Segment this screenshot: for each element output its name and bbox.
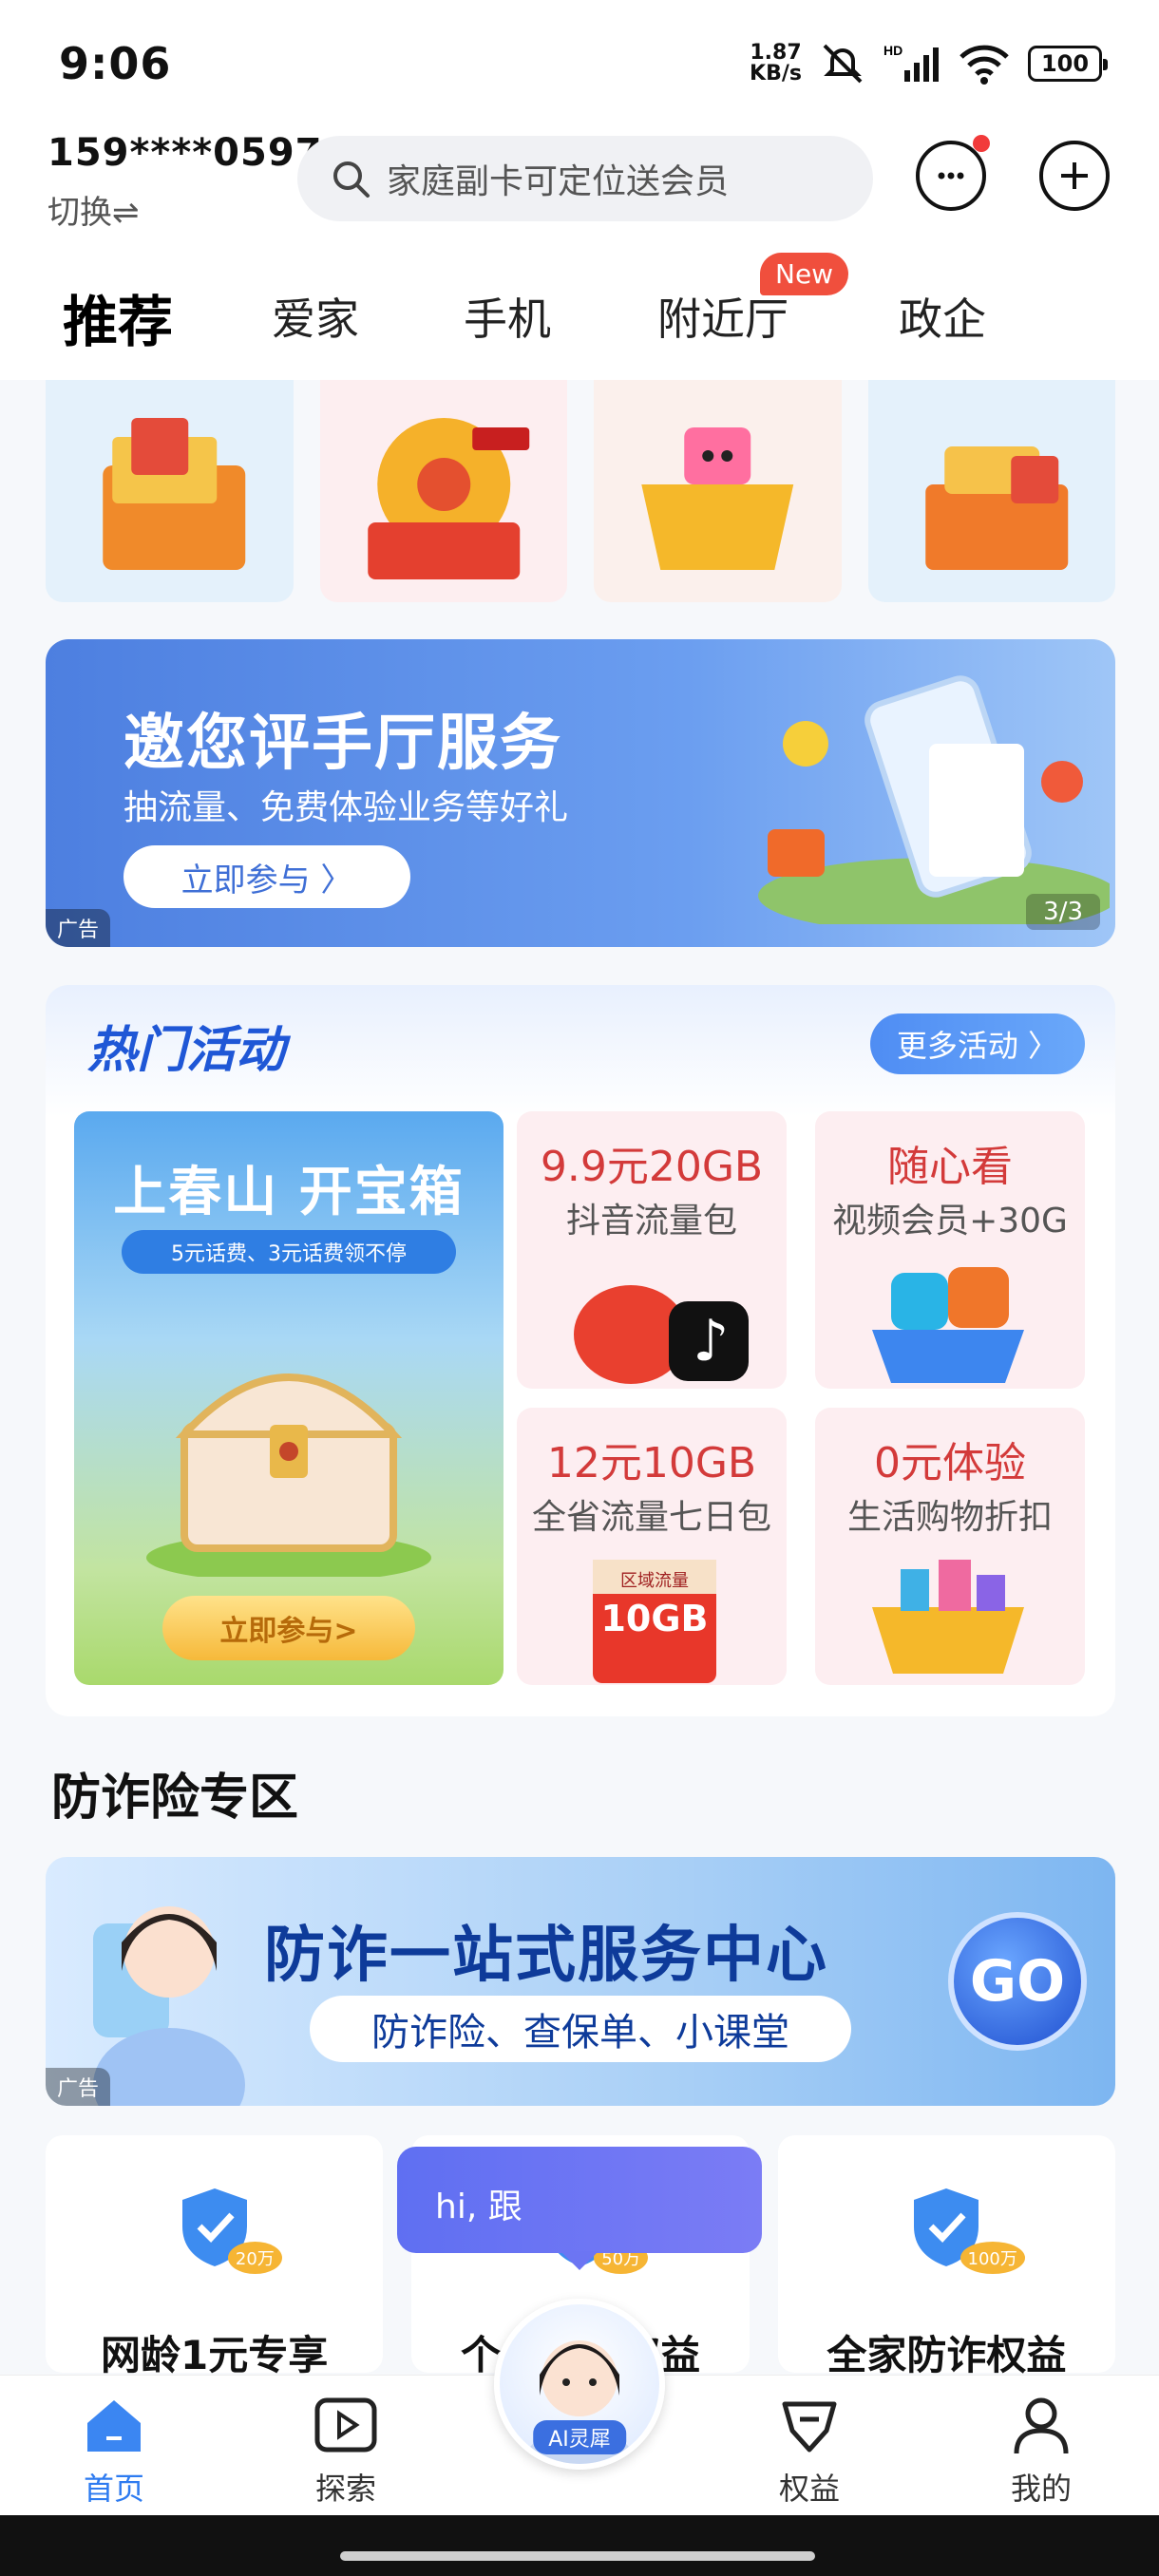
- header: 159****0597 切换⇌ 家庭副卡可定位送会员: [0, 123, 1159, 247]
- battery-icon: 100: [1028, 46, 1108, 82]
- video-apps-icon: [872, 1267, 1024, 1383]
- go-button[interactable]: GO: [948, 1912, 1087, 2051]
- card-title: 12元10GB: [546, 1439, 757, 1487]
- data-pack-tag: 区域流量: [620, 1571, 689, 1591]
- play-icon: [314, 2397, 377, 2453]
- ai-assistant-button[interactable]: AI灵犀: [494, 2299, 665, 2470]
- search-placeholder: 家庭副卡可定位送会员: [387, 162, 730, 201]
- message-button[interactable]: [916, 135, 990, 211]
- cake-illustration: [924, 446, 1068, 570]
- tiktok-icon: ♪: [574, 1285, 749, 1384]
- nav-benefits[interactable]: 权益: [743, 2395, 876, 2509]
- user-icon: [1014, 2397, 1069, 2454]
- anti-fraud-section-title: 防诈险专区: [51, 1770, 299, 1827]
- mute-icon: [823, 44, 863, 84]
- signal-icon: HD: [884, 43, 939, 82]
- phone-illustration: [758, 675, 1110, 924]
- anti-fraud-subtitle: 防诈险、查保单、小课堂: [310, 1996, 851, 2062]
- banner-page-indicator: 3/3: [1026, 894, 1100, 930]
- svg-text:♪: ♪: [693, 1308, 729, 1374]
- promo-cards-row: [46, 380, 1115, 602]
- banner-join-button[interactable]: 立即参与 〉: [124, 845, 410, 908]
- nav-home[interactable]: 首页: [48, 2395, 180, 2509]
- activity-join-button[interactable]: 立即参与>: [162, 1596, 415, 1660]
- card-title: 随心看: [887, 1143, 1013, 1191]
- unread-dot: [973, 135, 990, 152]
- promo-card[interactable]: [867, 380, 1115, 602]
- shopping-discount-card[interactable]: 0元体验 生活购物折扣: [815, 1408, 1085, 1685]
- new-badge: New: [760, 253, 849, 295]
- hot-activities-title: 热门活动: [87, 1022, 286, 1079]
- system-gesture-area: [0, 2515, 1159, 2576]
- ad-tag: 广告: [46, 2068, 111, 2106]
- search-bar[interactable]: 家庭副卡可定位送会员: [297, 136, 873, 221]
- wifi-icon: [960, 45, 1009, 85]
- coverage-badge: 20万: [227, 2242, 282, 2274]
- nav-label: 探索: [314, 2471, 376, 2507]
- plus-icon: [1061, 162, 1088, 189]
- ad-tag: 广告: [46, 909, 111, 947]
- network-speed: 1.87 KB/s: [750, 41, 802, 85]
- nav-explore[interactable]: 探索: [279, 2395, 412, 2509]
- benefits-icon: [782, 2401, 837, 2453]
- anti-fraud-card[interactable]: 100万 全家防诈权益: [777, 2135, 1115, 2378]
- promo-card[interactable]: [594, 380, 842, 602]
- activity-title: 上春山 开宝箱: [113, 1162, 465, 1223]
- banner-subtitle: 抽流量、免费体验业务等好礼: [124, 788, 569, 827]
- card-subtitle: 视频会员+30G: [832, 1202, 1068, 1241]
- tab-enterprise[interactable]: 政企: [899, 285, 986, 348]
- province-data-pack-card[interactable]: 12元10GB 全省流量七日包 区域流量 10GB: [517, 1408, 787, 1685]
- banner-title: 邀您评手厅服务: [124, 709, 562, 779]
- video-vip-card[interactable]: 随心看 视频会员+30G: [815, 1111, 1085, 1389]
- svg-text:HD: HD: [884, 43, 902, 58]
- promo-card[interactable]: [319, 380, 567, 602]
- search-icon: [333, 161, 370, 198]
- douyin-data-pack-card[interactable]: 9.9元20GB 抖音流量包 ♪: [517, 1111, 787, 1389]
- promo-card[interactable]: [46, 380, 294, 602]
- treasure-chest-activity[interactable]: 上春山 开宝箱 5元话费、3元话费领不停 立即参与>: [74, 1111, 504, 1685]
- home-indicator[interactable]: [340, 2551, 815, 2561]
- category-tabs: 推荐 爱家 手机 附近厅 New 政企: [0, 247, 1159, 380]
- tab-phone[interactable]: 手机: [464, 285, 551, 348]
- ai-chat-bubble[interactable]: hi, 跟: [397, 2147, 762, 2270]
- ai-label: AI灵犀: [533, 2420, 626, 2454]
- survey-banner[interactable]: 邀您评手厅服务 抽流量、免费体验业务等好礼 立即参与 〉 3/3 广告: [46, 639, 1115, 947]
- status-time: 9:06: [59, 38, 172, 89]
- add-button[interactable]: [1039, 141, 1110, 211]
- card-label: 网龄1元专享: [101, 2332, 329, 2378]
- shopping-basket-illustration: [872, 1560, 1024, 1674]
- status-icons: 1.87 KB/s HD 100: [750, 41, 1108, 85]
- nav-label: 我的: [1010, 2471, 1072, 2507]
- card-label: 全家防诈权益: [826, 2332, 1067, 2378]
- tab-home[interactable]: 爱家: [272, 285, 359, 348]
- gift-box-illustration: [103, 418, 246, 570]
- nav-mine[interactable]: 我的: [975, 2395, 1108, 2509]
- switch-account-button[interactable]: 切换⇌: [48, 186, 140, 233]
- card-title: 0元体验: [874, 1439, 1026, 1487]
- more-activities-button[interactable]: 更多活动 〉: [869, 1013, 1085, 1074]
- status-bar: 9:06 1.87 KB/s HD 100: [0, 0, 1159, 123]
- card-subtitle: 全省流量七日包: [531, 1498, 771, 1537]
- wheel-illustration: [367, 418, 529, 579]
- treasure-chest-illustration: [146, 1373, 431, 1577]
- anti-fraud-card[interactable]: 20万 网龄1元专享: [46, 2135, 384, 2378]
- card-title: 9.9元20GB: [540, 1143, 764, 1191]
- nav-label: 权益: [778, 2471, 840, 2507]
- chat-icon: [938, 172, 964, 180]
- card-subtitle: 抖音流量包: [565, 1202, 737, 1241]
- basket-illustration: [641, 427, 794, 570]
- anti-fraud-title: 防诈一站式服务中心: [264, 1921, 828, 1991]
- anti-fraud-banner[interactable]: 防诈一站式服务中心 防诈险、查保单、小课堂 GO 广告: [46, 1857, 1115, 2106]
- nav-label: 首页: [83, 2471, 144, 2507]
- data-pack-amount: 10GB: [600, 1598, 709, 1639]
- activity-subtitle: 5元话费、3元话费领不停: [122, 1230, 456, 1274]
- card-subtitle: 生活购物折扣: [846, 1498, 1053, 1537]
- home-icon: [87, 2400, 141, 2452]
- tab-recommend[interactable]: 推荐: [63, 277, 173, 357]
- phone-number: 159****0597: [48, 131, 323, 175]
- app-screen: 9:06 1.87 KB/s HD 100 159****0597 切换⇌ 家庭…: [0, 0, 1159, 2576]
- hot-activities-section: 热门活动 更多活动 〉 上春山 开宝箱 5元话费、3元话费领不停 立即参与> 9…: [46, 985, 1115, 1716]
- coverage-badge: 100万: [960, 2242, 1025, 2274]
